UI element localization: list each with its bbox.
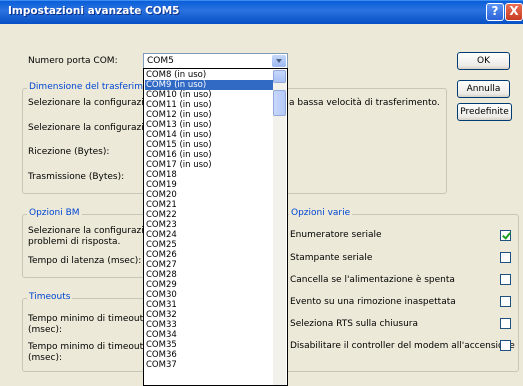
- port-option[interactable]: COM30: [145, 290, 274, 300]
- ok-button[interactable]: OK: [457, 52, 510, 70]
- close-button[interactable]: X: [505, 3, 523, 21]
- port-option[interactable]: COM13 (in uso): [145, 120, 274, 130]
- option-surprise-removal-label: Evento su una rimozione inaspettata: [290, 297, 456, 307]
- port-option[interactable]: COM9 (in uso): [145, 80, 274, 90]
- option-serial-enumerator-checkbox[interactable]: [500, 230, 511, 241]
- transfer-desc-2: Selezionare la configurazione: [28, 123, 161, 133]
- chevron-down-icon[interactable]: [272, 55, 286, 67]
- port-option[interactable]: COM8 (in uso): [145, 70, 274, 80]
- port-option[interactable]: COM34: [145, 330, 274, 340]
- port-option[interactable]: COM25: [145, 240, 274, 250]
- port-dropdown-list[interactable]: COM8 (in uso) COM9 (in uso) COM10 (in uso)…: [143, 68, 288, 386]
- port-option[interactable]: COM20: [145, 190, 274, 200]
- transfer-desc-1: Selezionare la configurazione: [28, 98, 161, 108]
- option-cancel-power-off-label: Cancella se l'alimentazione è spenta: [290, 275, 455, 285]
- option-cancel-power-off-checkbox[interactable]: [500, 274, 511, 285]
- write-timeout-line-1: Tempo minimo di timeout in s: [28, 342, 162, 352]
- port-option[interactable]: COM27: [145, 260, 274, 270]
- help-button[interactable]: ?: [486, 3, 504, 21]
- option-serial-printer-checkbox[interactable]: [500, 252, 511, 263]
- option-serial-enumerator-label: Enumeratore seriale: [290, 230, 382, 240]
- bm-group-title: Opzioni BM: [27, 208, 82, 218]
- port-option[interactable]: COM26: [145, 250, 274, 260]
- bm-desc-line-2: problemi di risposta.: [28, 237, 121, 247]
- port-option[interactable]: COM18: [145, 170, 274, 180]
- timeouts-group-title: Timeouts: [27, 292, 73, 302]
- tx-label: Trasmissione (Bytes):: [28, 172, 125, 182]
- port-option[interactable]: COM28: [145, 270, 274, 280]
- dropdown-scrollbar[interactable]: [273, 70, 286, 385]
- option-disable-modem-checkbox[interactable]: [500, 340, 511, 351]
- transfer-desc-1-tail: a bassa velocità di trasferimento.: [289, 98, 440, 108]
- scroll-thumb[interactable]: [273, 90, 286, 116]
- option-rts-on-close-checkbox[interactable]: [500, 318, 511, 329]
- option-rts-on-close-label: Seleziona RTS sulla chiusura: [290, 319, 419, 329]
- port-value: COM5: [147, 56, 174, 66]
- port-label: Numero porta COM:: [28, 56, 118, 66]
- port-option[interactable]: COM24: [145, 230, 274, 240]
- port-option[interactable]: COM10 (in uso): [145, 90, 274, 100]
- misc-group-title: Opzioni varie: [289, 208, 353, 218]
- port-option[interactable]: COM16 (in uso): [145, 150, 274, 160]
- port-option[interactable]: COM11 (in uso): [145, 100, 274, 110]
- port-option[interactable]: COM37: [145, 360, 274, 370]
- port-option[interactable]: COM14 (in uso): [145, 130, 274, 140]
- option-disable-modem-label: Disabilitare il controller del modem all…: [290, 341, 515, 351]
- port-option[interactable]: COM17 (in uso): [145, 160, 274, 170]
- rx-label: Ricezione (Bytes):: [28, 147, 110, 157]
- bm-desc-line-1: Selezionare la configurazione: [28, 226, 161, 236]
- port-option[interactable]: COM33: [145, 320, 274, 330]
- port-option[interactable]: COM15 (in uso): [145, 140, 274, 150]
- port-option[interactable]: COM29: [145, 280, 274, 290]
- port-combobox[interactable]: COM5: [143, 53, 288, 69]
- defaults-button[interactable]: Predefinite: [457, 103, 512, 121]
- port-option[interactable]: COM19: [145, 180, 274, 190]
- port-option[interactable]: COM23: [145, 220, 274, 230]
- window-title: Impostazioni avanzate COM5: [8, 5, 180, 17]
- port-option[interactable]: COM36: [145, 350, 274, 360]
- latency-label: Tempo di latenza (msec):: [28, 256, 142, 266]
- port-option[interactable]: COM35: [145, 340, 274, 350]
- read-timeout-line-2: (msec):: [28, 325, 62, 335]
- write-timeout-line-2: (msec):: [28, 353, 62, 363]
- port-option[interactable]: COM32: [145, 310, 274, 320]
- port-option[interactable]: COM22: [145, 210, 274, 220]
- option-serial-printer-label: Stampante seriale: [290, 253, 373, 263]
- cancel-button[interactable]: Annulla: [457, 80, 510, 98]
- port-options: COM8 (in uso) COM9 (in uso) COM10 (in uso)…: [145, 70, 274, 370]
- port-option[interactable]: COM31: [145, 300, 274, 310]
- scroll-up-icon[interactable]: [273, 70, 286, 83]
- option-surprise-removal-checkbox[interactable]: [500, 296, 511, 307]
- port-option[interactable]: COM21: [145, 200, 274, 210]
- port-option[interactable]: COM12 (in uso): [145, 110, 274, 120]
